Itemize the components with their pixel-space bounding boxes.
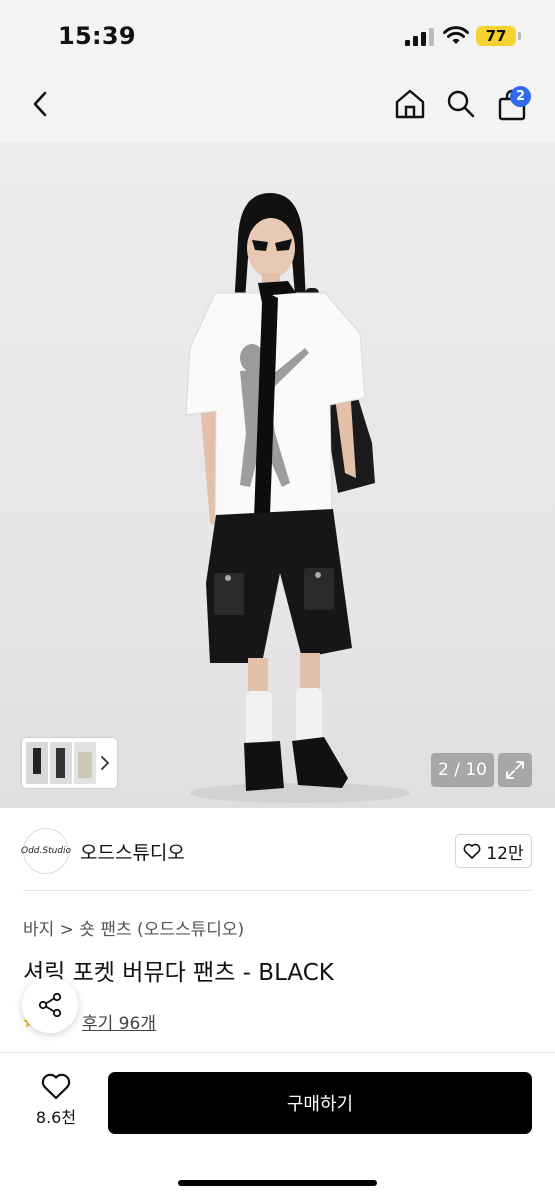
home-button[interactable] xyxy=(390,84,430,124)
wishlist-count: 8.6천 xyxy=(35,1108,77,1127)
brand-like-count: 12만 xyxy=(486,843,524,864)
divider xyxy=(23,890,532,891)
back-button[interactable] xyxy=(20,84,60,124)
share-button[interactable] xyxy=(22,977,78,1033)
image-counter: 2 / 10 xyxy=(431,753,494,787)
model-photo xyxy=(185,193,410,803)
product-image[interactable] xyxy=(0,143,555,808)
chevron-right-icon xyxy=(101,756,110,770)
signal-icon xyxy=(405,28,434,46)
battery-indicator: 77 xyxy=(476,26,516,46)
expand-image-button[interactable] xyxy=(498,753,532,787)
category-breadcrumb[interactable]: 바지 > 숏 팬츠 (오드스튜디오) xyxy=(23,915,244,940)
buy-button[interactable]: 구매하기 xyxy=(108,1072,532,1134)
search-button[interactable] xyxy=(441,84,481,124)
share-icon xyxy=(38,992,62,1018)
home-icon xyxy=(395,89,425,119)
heart-icon xyxy=(41,1073,71,1100)
home-indicator xyxy=(178,1180,377,1186)
wishlist-button[interactable]: 8.6천 xyxy=(24,1073,88,1133)
search-icon xyxy=(447,90,475,118)
wifi-icon xyxy=(443,26,469,44)
status-time: 15:39 xyxy=(58,22,136,50)
cart-count-badge: 2 xyxy=(510,86,531,107)
product-title: 셔링 포켓 버뮤다 팬츠 - BLACK xyxy=(23,960,334,986)
battery-tip xyxy=(518,32,521,40)
chevron-left-icon xyxy=(33,91,47,117)
heart-icon xyxy=(463,843,481,859)
brand-logo[interactable]: Odd.Studio xyxy=(21,828,71,874)
review-count-link[interactable]: 후기 96개 xyxy=(82,1009,156,1034)
brand-like-button[interactable]: 12만 xyxy=(455,834,532,868)
expand-icon xyxy=(506,761,524,779)
brand-name[interactable]: 오드스튜디오 xyxy=(80,838,185,865)
thumbnail-strip[interactable] xyxy=(22,738,117,788)
